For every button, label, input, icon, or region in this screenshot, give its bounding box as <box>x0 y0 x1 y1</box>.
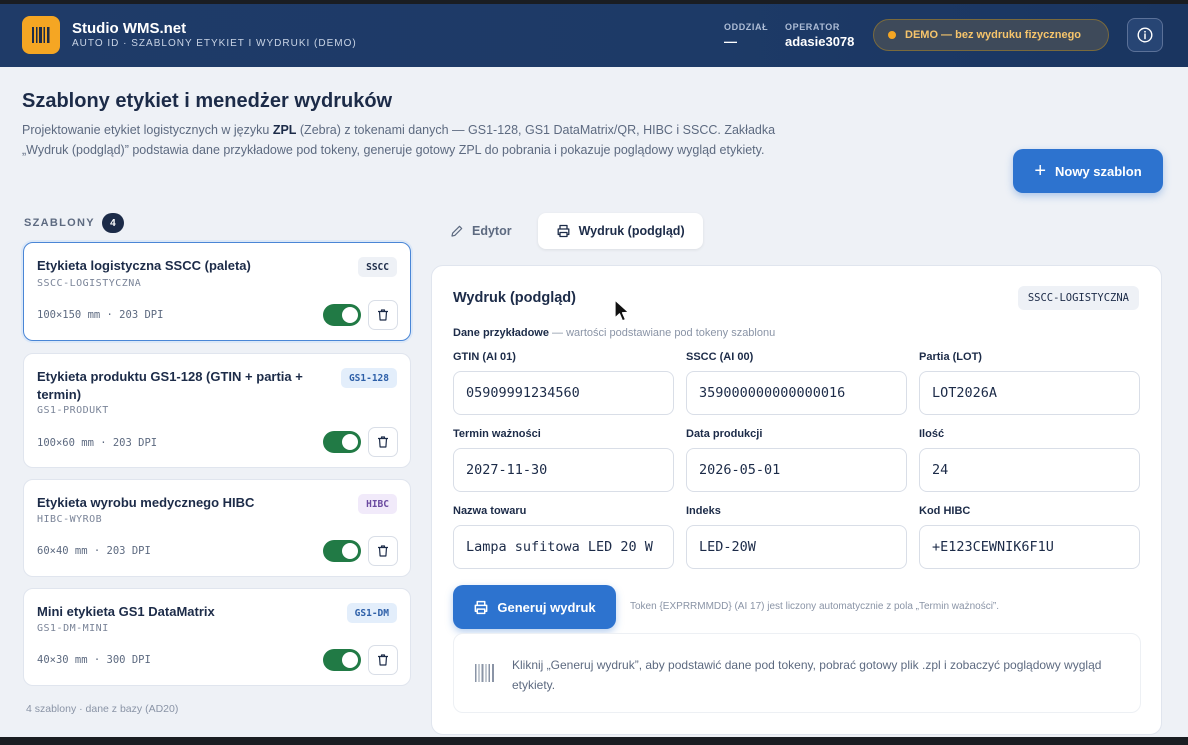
tab-print-preview-label: Wydruk (podgląd) <box>578 224 685 238</box>
template-type-tag: GS1-128 <box>340 368 397 388</box>
template-type-tag: GS1-DM <box>346 603 397 623</box>
delete-template-button[interactable] <box>368 645 398 675</box>
template-code: GS1-PRODUKT <box>37 405 109 416</box>
barcode-logo-icon <box>22 16 60 54</box>
token-note: Token {EXPRRMMDD} (AI 17) jest liczony a… <box>630 601 1000 612</box>
expiry-date-label: Termin ważności <box>453 428 541 440</box>
branch-value: — <box>724 34 737 49</box>
product-name-input[interactable]: Lampa sufitowa LED 20 W <box>453 525 674 569</box>
printer-icon <box>557 224 570 238</box>
window-bottom-edge <box>0 737 1188 745</box>
pencil-icon <box>451 225 463 237</box>
template-type-tag: SSCC <box>358 257 397 277</box>
page-title: Szablony etykiet i menedżer wydruków <box>22 90 393 112</box>
lot-label: Partia (LOT) <box>919 351 982 363</box>
generate-print-label: Generuj wydruk <box>497 599 596 615</box>
template-meta: 100×150 mm · 203 DPI <box>37 309 164 321</box>
gtin-input[interactable]: 05909991234560 <box>453 371 674 415</box>
templates-header: SZABLONY 4 <box>24 213 124 233</box>
info-icon <box>1137 27 1153 43</box>
template-title: Etykieta produktu GS1-128 (GTIN + partia… <box>37 369 303 402</box>
template-enabled-toggle[interactable] <box>323 540 361 562</box>
printer-icon <box>474 600 488 614</box>
tab-editor[interactable]: Edytor <box>432 213 530 249</box>
template-meta: 40×30 mm · 300 DPI <box>37 654 151 666</box>
branch-label: ODDZIAŁ <box>724 22 769 32</box>
delete-template-button[interactable] <box>368 427 398 457</box>
delete-template-button[interactable] <box>368 536 398 566</box>
preview-hint-text: Kliknij „Generuj wydruk”, aby podstawić … <box>512 658 1102 692</box>
operator-value: adasie3078 <box>785 34 855 49</box>
print-preview-panel: Wydruk (podgląd) SSCC-LOGISTYCZNA Dane p… <box>431 265 1162 735</box>
product-name-label: Nazwa towaru <box>453 505 527 517</box>
new-template-button[interactable]: + Nowy szablon <box>1013 149 1163 193</box>
template-card-gs1-dm[interactable]: Mini etykieta GS1 DataMatrix GS1-DM GS1-… <box>23 588 411 686</box>
panel-title: Wydruk (podgląd) <box>453 290 576 306</box>
template-card-hibc[interactable]: Etykieta wyrobu medycznego HIBC HIBC HIB… <box>23 479 411 577</box>
trash-icon <box>378 309 388 321</box>
delete-template-button[interactable] <box>368 300 398 330</box>
quantity-label: Ilość <box>919 428 945 440</box>
main-page: Szablony etykiet i menedżer wydruków Pro… <box>0 67 1188 737</box>
trash-icon <box>378 545 388 557</box>
template-meta: 60×40 mm · 203 DPI <box>37 545 151 557</box>
template-enabled-toggle[interactable] <box>323 649 361 671</box>
new-template-label: Nowy szablon <box>1055 163 1142 179</box>
plus-icon: + <box>1034 160 1046 182</box>
quantity-input[interactable]: 24 <box>919 448 1140 492</box>
app-header: Studio WMS.net AUTO ID · SZABLONY ETYKIE… <box>0 4 1188 67</box>
index-label: Indeks <box>686 505 721 517</box>
generate-print-button[interactable]: Generuj wydruk <box>453 585 616 629</box>
trash-icon <box>378 654 388 666</box>
template-enabled-toggle[interactable] <box>323 304 361 326</box>
templates-footer: 4 szablony · dane z bazy (AD20) <box>26 703 179 715</box>
templates-label: SZABLONY <box>24 217 95 229</box>
template-card-sscc[interactable]: Etykieta logistyczna SSCC (paleta) SSCC … <box>23 242 411 341</box>
barcode-icon <box>474 663 496 688</box>
demo-mode-text: DEMO — bez wydruku fizycznego <box>905 29 1082 41</box>
gtin-label: GTIN (AI 01) <box>453 351 516 363</box>
sscc-input[interactable]: 359000000000000016 <box>686 371 907 415</box>
preview-placeholder: Kliknij „Generuj wydruk”, aby podstawić … <box>453 633 1141 713</box>
template-title: Etykieta logistyczna SSCC (paleta) <box>37 258 251 273</box>
template-code: HIBC-WYROB <box>37 514 103 525</box>
page-description: Projektowanie etykiet logistycznych w ję… <box>22 123 776 157</box>
hibc-code-label: Kod HIBC <box>919 505 971 517</box>
template-code-badge: SSCC-LOGISTYCZNA <box>1017 286 1139 310</box>
lot-input[interactable]: LOT2026A <box>919 371 1140 415</box>
template-code: GS1-DM-MINI <box>37 623 109 634</box>
production-date-label: Data produkcji <box>686 428 763 440</box>
production-date-input[interactable]: 2026-05-01 <box>686 448 907 492</box>
info-button[interactable] <box>1127 18 1163 52</box>
sample-data-note: Dane przykładowe — wartości podstawiane … <box>453 327 776 339</box>
trash-icon <box>378 436 388 448</box>
expiry-date-input[interactable]: 2027-11-30 <box>453 448 674 492</box>
demo-mode-badge: DEMO — bez wydruku fizycznego <box>873 19 1109 51</box>
templates-count-badge: 4 <box>101 213 124 233</box>
template-code: SSCC-LOGISTYCZNA <box>37 278 142 289</box>
app-title: Studio WMS.net <box>72 20 187 37</box>
tab-print-preview[interactable]: Wydruk (podgląd) <box>537 213 703 249</box>
tab-editor-label: Edytor <box>472 224 512 238</box>
template-title: Etykieta wyrobu medycznego HIBC <box>37 495 255 510</box>
app-subtitle: AUTO ID · SZABLONY ETYKIET I WYDRUKI (DE… <box>72 38 357 49</box>
index-input[interactable]: LED-20W <box>686 525 907 569</box>
template-meta: 100×60 mm · 203 DPI <box>37 437 158 449</box>
status-dot-icon <box>888 31 896 39</box>
mouse-pointer-icon <box>614 299 630 328</box>
template-type-tag: HIBC <box>358 494 397 514</box>
template-card-gs1-128[interactable]: Etykieta produktu GS1-128 (GTIN + partia… <box>23 353 411 468</box>
hibc-code-input[interactable]: +E123CEWNIK6F1U <box>919 525 1140 569</box>
view-tabs: Edytor Wydruk (podgląd) <box>432 213 703 249</box>
operator-label: OPERATOR <box>785 22 840 32</box>
sscc-label: SSCC (AI 00) <box>686 351 754 363</box>
template-title: Mini etykieta GS1 DataMatrix <box>37 604 215 619</box>
template-enabled-toggle[interactable] <box>323 431 361 453</box>
